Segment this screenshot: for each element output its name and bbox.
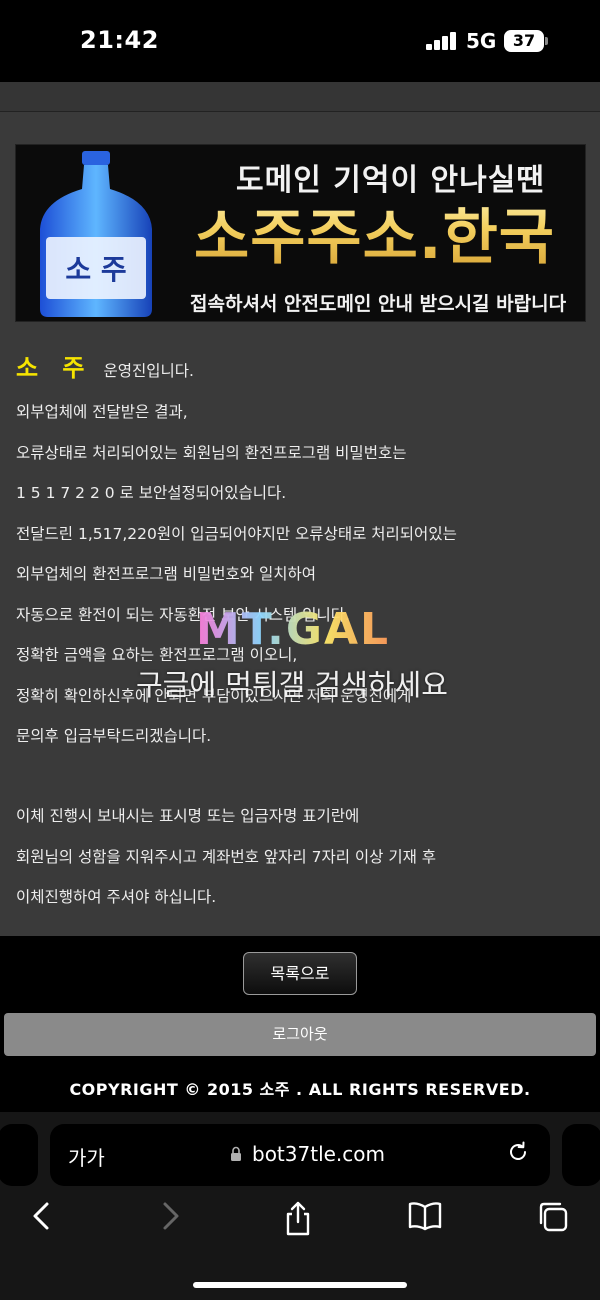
lock-icon — [230, 1146, 242, 1166]
forward-icon[interactable] — [158, 1200, 184, 1240]
message-line: 전달드린 1,517,220원이 입금되어야지만 오류상태로 처리되어있는 — [16, 525, 457, 543]
watermark-logo: MT.GAL — [196, 604, 391, 655]
status-time: 21:42 — [80, 26, 159, 54]
message-line: 회원님의 성함을 지워주시고 계좌번호 앞자리 7자리 이상 기재 후 — [16, 848, 437, 866]
message-line: 외부업체의 환전프로그램 비밀번호와 일치하여 — [16, 565, 316, 583]
tabs-icon[interactable] — [536, 1200, 570, 1240]
logout-button[interactable]: 로그아웃 — [4, 1013, 596, 1056]
text-size-button[interactable]: 가가 — [68, 1142, 105, 1171]
browser-chrome: 가가 bot37tle.com — [0, 1112, 600, 1300]
battery-icon: 37 — [504, 30, 544, 52]
soju-bottle-icon: 소 주 — [40, 151, 152, 317]
message-heading: 소 주 운영진입니다. — [16, 348, 194, 383]
home-indicator[interactable] — [193, 1282, 407, 1288]
page-content: 소 주 도메인 기억이 안나실땐 소주주소.한국 접속하셔서 안전도메인 안내 … — [0, 82, 600, 1112]
status-bar: 21:42 5G 37 — [0, 0, 600, 82]
network-label: 5G — [466, 29, 497, 53]
url-text[interactable]: bot37tle.com — [252, 1142, 385, 1166]
domain-banner[interactable]: 소 주 도메인 기억이 안나실땐 소주주소.한국 접속하셔서 안전도메인 안내 … — [15, 144, 586, 322]
share-icon[interactable] — [282, 1200, 314, 1240]
list-button[interactable]: 목록으로 — [243, 952, 357, 995]
back-icon[interactable] — [28, 1200, 54, 1240]
address-bar[interactable]: 가가 bot37tle.com — [50, 1124, 550, 1186]
message-line: 이체진행하여 주셔야 하십니다. — [16, 888, 217, 906]
message-line: 문의후 입금부탁드리겠습니다. — [16, 727, 212, 745]
banner-line2: 소주주소.한국 — [194, 189, 555, 276]
copyright: COPYRIGHT © 2015 소주 . ALL RIGHTS RESERVE… — [69, 1080, 531, 1099]
message-line-password: 1 5 1 7 2 2 0 로 보안설정되어있습니다. — [16, 484, 287, 502]
bottle-label: 소 주 — [65, 253, 126, 286]
banner-line3: 접속하셔서 안전도메인 안내 받으시길 바랍니다 — [190, 293, 567, 315]
bookmarks-icon[interactable] — [406, 1200, 444, 1240]
message-line: 이체 진행시 보내시는 표시명 또는 입금자명 표기란에 — [16, 807, 360, 825]
previous-tab[interactable] — [0, 1124, 38, 1186]
page-top-strip — [0, 82, 600, 112]
brand-name: 소 주 — [16, 354, 93, 382]
message-line: 외부업체에 전달받은 결과, — [16, 403, 188, 421]
message-line: 오류상태로 처리되어있는 회원님의 환전프로그램 비밀번호는 — [16, 444, 407, 462]
battery-tip — [545, 37, 548, 45]
signal-icon — [426, 32, 458, 50]
brand-suffix: 운영진입니다. — [103, 362, 194, 380]
next-tab[interactable] — [562, 1124, 600, 1186]
watermark-text: 구글에 먹튀갤 검색하세요 — [136, 668, 448, 702]
reload-icon[interactable] — [506, 1140, 530, 1170]
